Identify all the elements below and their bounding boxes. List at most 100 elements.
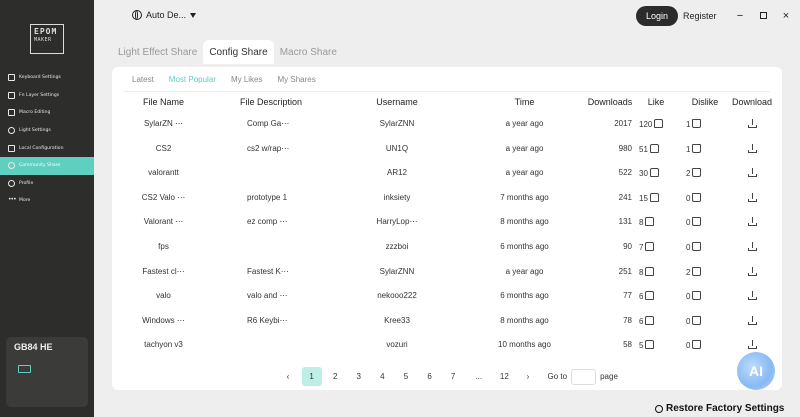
page-button-7[interactable]: 7 (443, 367, 463, 386)
download-cell[interactable] (727, 143, 777, 155)
next-page-button[interactable]: › (518, 367, 538, 386)
download-icon[interactable] (747, 315, 757, 325)
thumbs-up-icon[interactable] (649, 168, 659, 178)
thumbs-down-icon[interactable] (692, 143, 702, 153)
like-cell[interactable]: 15 (639, 192, 673, 203)
thumbs-down-icon[interactable] (692, 291, 702, 301)
page-button-3[interactable]: 3 (349, 367, 369, 386)
page-button-6[interactable]: 6 (420, 367, 440, 386)
register-link[interactable]: Register (683, 11, 717, 21)
like-cell[interactable]: 5 (639, 340, 673, 350)
download-icon[interactable] (747, 242, 757, 251)
table-row[interactable]: valo valo and ⋯ nekooo222 6 months ago 77 6 0 (112, 291, 782, 305)
sidebar-item-light-settings[interactable]: Light Settings (0, 122, 94, 140)
thumbs-up-icon[interactable] (645, 315, 655, 325)
prev-page-button[interactable]: ‹ (278, 367, 298, 386)
download-cell[interactable] (727, 242, 777, 253)
dislike-cell[interactable]: 0 (686, 315, 720, 326)
thumbs-down-icon[interactable] (692, 168, 702, 178)
sidebar-item-fn-layer-settings[interactable]: Fn Layer Settings (0, 87, 94, 105)
subtab-most-popular[interactable]: Most Popular (169, 75, 216, 84)
tab-config-share[interactable]: Config Share (203, 40, 274, 64)
like-cell[interactable]: 8 (639, 217, 673, 227)
page-button-5[interactable]: 5 (396, 367, 416, 386)
page-button-last[interactable]: 12 (494, 367, 514, 386)
table-row[interactable]: Fastest cl⋯ Fastest K⋯ SylarZNN a year ago 2… (112, 266, 782, 281)
table-row[interactable]: fps zzzboi 6 months ago 90 7 0 (112, 242, 782, 256)
login-button[interactable]: Login (636, 6, 678, 26)
minimize-button[interactable]: − (733, 9, 747, 23)
language-selector[interactable]: Auto De... (132, 10, 197, 20)
download-cell[interactable] (727, 217, 777, 228)
sidebar-item-keyboard-settings[interactable]: Keyboard Settings (0, 69, 94, 87)
sidebar-item-profile[interactable]: Profile (0, 175, 94, 193)
table-row[interactable]: Valorant ⋯ ez comp ⋯ HarryLop⋯ 8 months ago… (112, 217, 782, 231)
thumbs-down-icon[interactable] (692, 192, 702, 202)
goto-page-input[interactable] (571, 368, 597, 385)
table-row[interactable]: CS2 cs2 w/rap⋯ UN1Q a year ago 980 51 1 (112, 143, 782, 158)
subtab-latest[interactable]: Latest (132, 75, 154, 84)
dislike-cell[interactable]: 0 (686, 340, 720, 350)
thumbs-up-icon[interactable] (649, 143, 659, 153)
thumbs-up-icon[interactable] (645, 291, 655, 301)
thumbs-up-icon[interactable] (645, 217, 655, 227)
download-cell[interactable] (727, 119, 777, 130)
thumbs-down-icon[interactable] (692, 340, 702, 350)
like-cell[interactable]: 6 (639, 291, 673, 301)
dislike-cell[interactable]: 1 (686, 143, 720, 154)
download-cell[interactable] (727, 266, 777, 278)
download-icon[interactable] (747, 119, 757, 128)
subtab-my-likes[interactable]: My Likes (231, 75, 263, 84)
like-cell[interactable]: 7 (639, 242, 673, 252)
thumbs-up-icon[interactable] (645, 266, 655, 276)
like-cell[interactable]: 8 (639, 266, 673, 277)
dislike-cell[interactable]: 2 (686, 168, 720, 178)
restore-factory-settings-button[interactable]: Restore Factory Settings (655, 403, 784, 414)
download-cell[interactable] (727, 168, 777, 179)
dislike-cell[interactable]: 0 (686, 242, 720, 252)
thumbs-up-icon[interactable] (645, 242, 655, 251)
page-button-4[interactable]: 4 (372, 367, 392, 386)
like-cell[interactable]: 30 (639, 168, 673, 178)
sidebar-item-local-configuration[interactable]: Local Configuration (0, 139, 94, 157)
sidebar-item-macro-editing[interactable]: Macro Editing (0, 104, 94, 122)
like-cell[interactable]: 51 (639, 143, 673, 154)
thumbs-down-icon[interactable] (692, 217, 702, 227)
page-button-2[interactable]: 2 (325, 367, 345, 386)
download-cell[interactable] (727, 315, 777, 327)
download-icon[interactable] (747, 168, 757, 178)
like-cell[interactable]: 6 (639, 315, 673, 326)
download-icon[interactable] (747, 143, 757, 153)
like-cell[interactable]: 120 (639, 119, 673, 129)
thumbs-down-icon[interactable] (692, 266, 702, 276)
table-row[interactable]: CS2 Valo ⋯ prototype 1 inksiety 7 months ag… (112, 192, 782, 207)
close-button[interactable]: × (779, 9, 793, 23)
device-card[interactable]: GB84 HE (6, 337, 88, 407)
download-cell[interactable] (727, 192, 777, 204)
download-cell[interactable] (727, 340, 777, 351)
thumbs-up-icon[interactable] (649, 192, 659, 202)
table-row[interactable]: tachyon v3 vozuri 10 months ago 58 5 0 (112, 340, 782, 354)
tab-light-effect-share[interactable]: Light Effect Share (112, 40, 203, 64)
download-icon[interactable] (747, 192, 757, 202)
page-ellipsis[interactable]: ... (467, 367, 491, 386)
thumbs-down-icon[interactable] (692, 315, 702, 325)
assistant-badge[interactable]: AI (737, 352, 775, 390)
table-row[interactable]: Windows ⋯ R6 Keybi⋯ Kree33 8 months ago 78 6 0 (112, 315, 782, 330)
table-row[interactable]: valorantt AR12 a year ago 522 30 2 (112, 168, 782, 182)
sidebar-item-community-share[interactable]: Community Share (0, 156, 94, 175)
dislike-cell[interactable]: 0 (686, 291, 720, 301)
dislike-cell[interactable]: 0 (686, 192, 720, 203)
sidebar-item-more[interactable]: ••• More (0, 192, 94, 210)
maximize-button[interactable] (756, 9, 770, 23)
dislike-cell[interactable]: 2 (686, 266, 720, 277)
page-button-1[interactable]: 1 (301, 367, 322, 386)
download-icon[interactable] (747, 291, 757, 301)
download-icon[interactable] (747, 266, 757, 276)
download-cell[interactable] (727, 291, 777, 302)
tab-macro-share[interactable]: Macro Share (274, 40, 343, 64)
dislike-cell[interactable]: 1 (686, 119, 720, 129)
thumbs-down-icon[interactable] (692, 242, 702, 251)
download-icon[interactable] (747, 217, 757, 227)
subtab-my-shares[interactable]: My Shares (278, 75, 316, 84)
